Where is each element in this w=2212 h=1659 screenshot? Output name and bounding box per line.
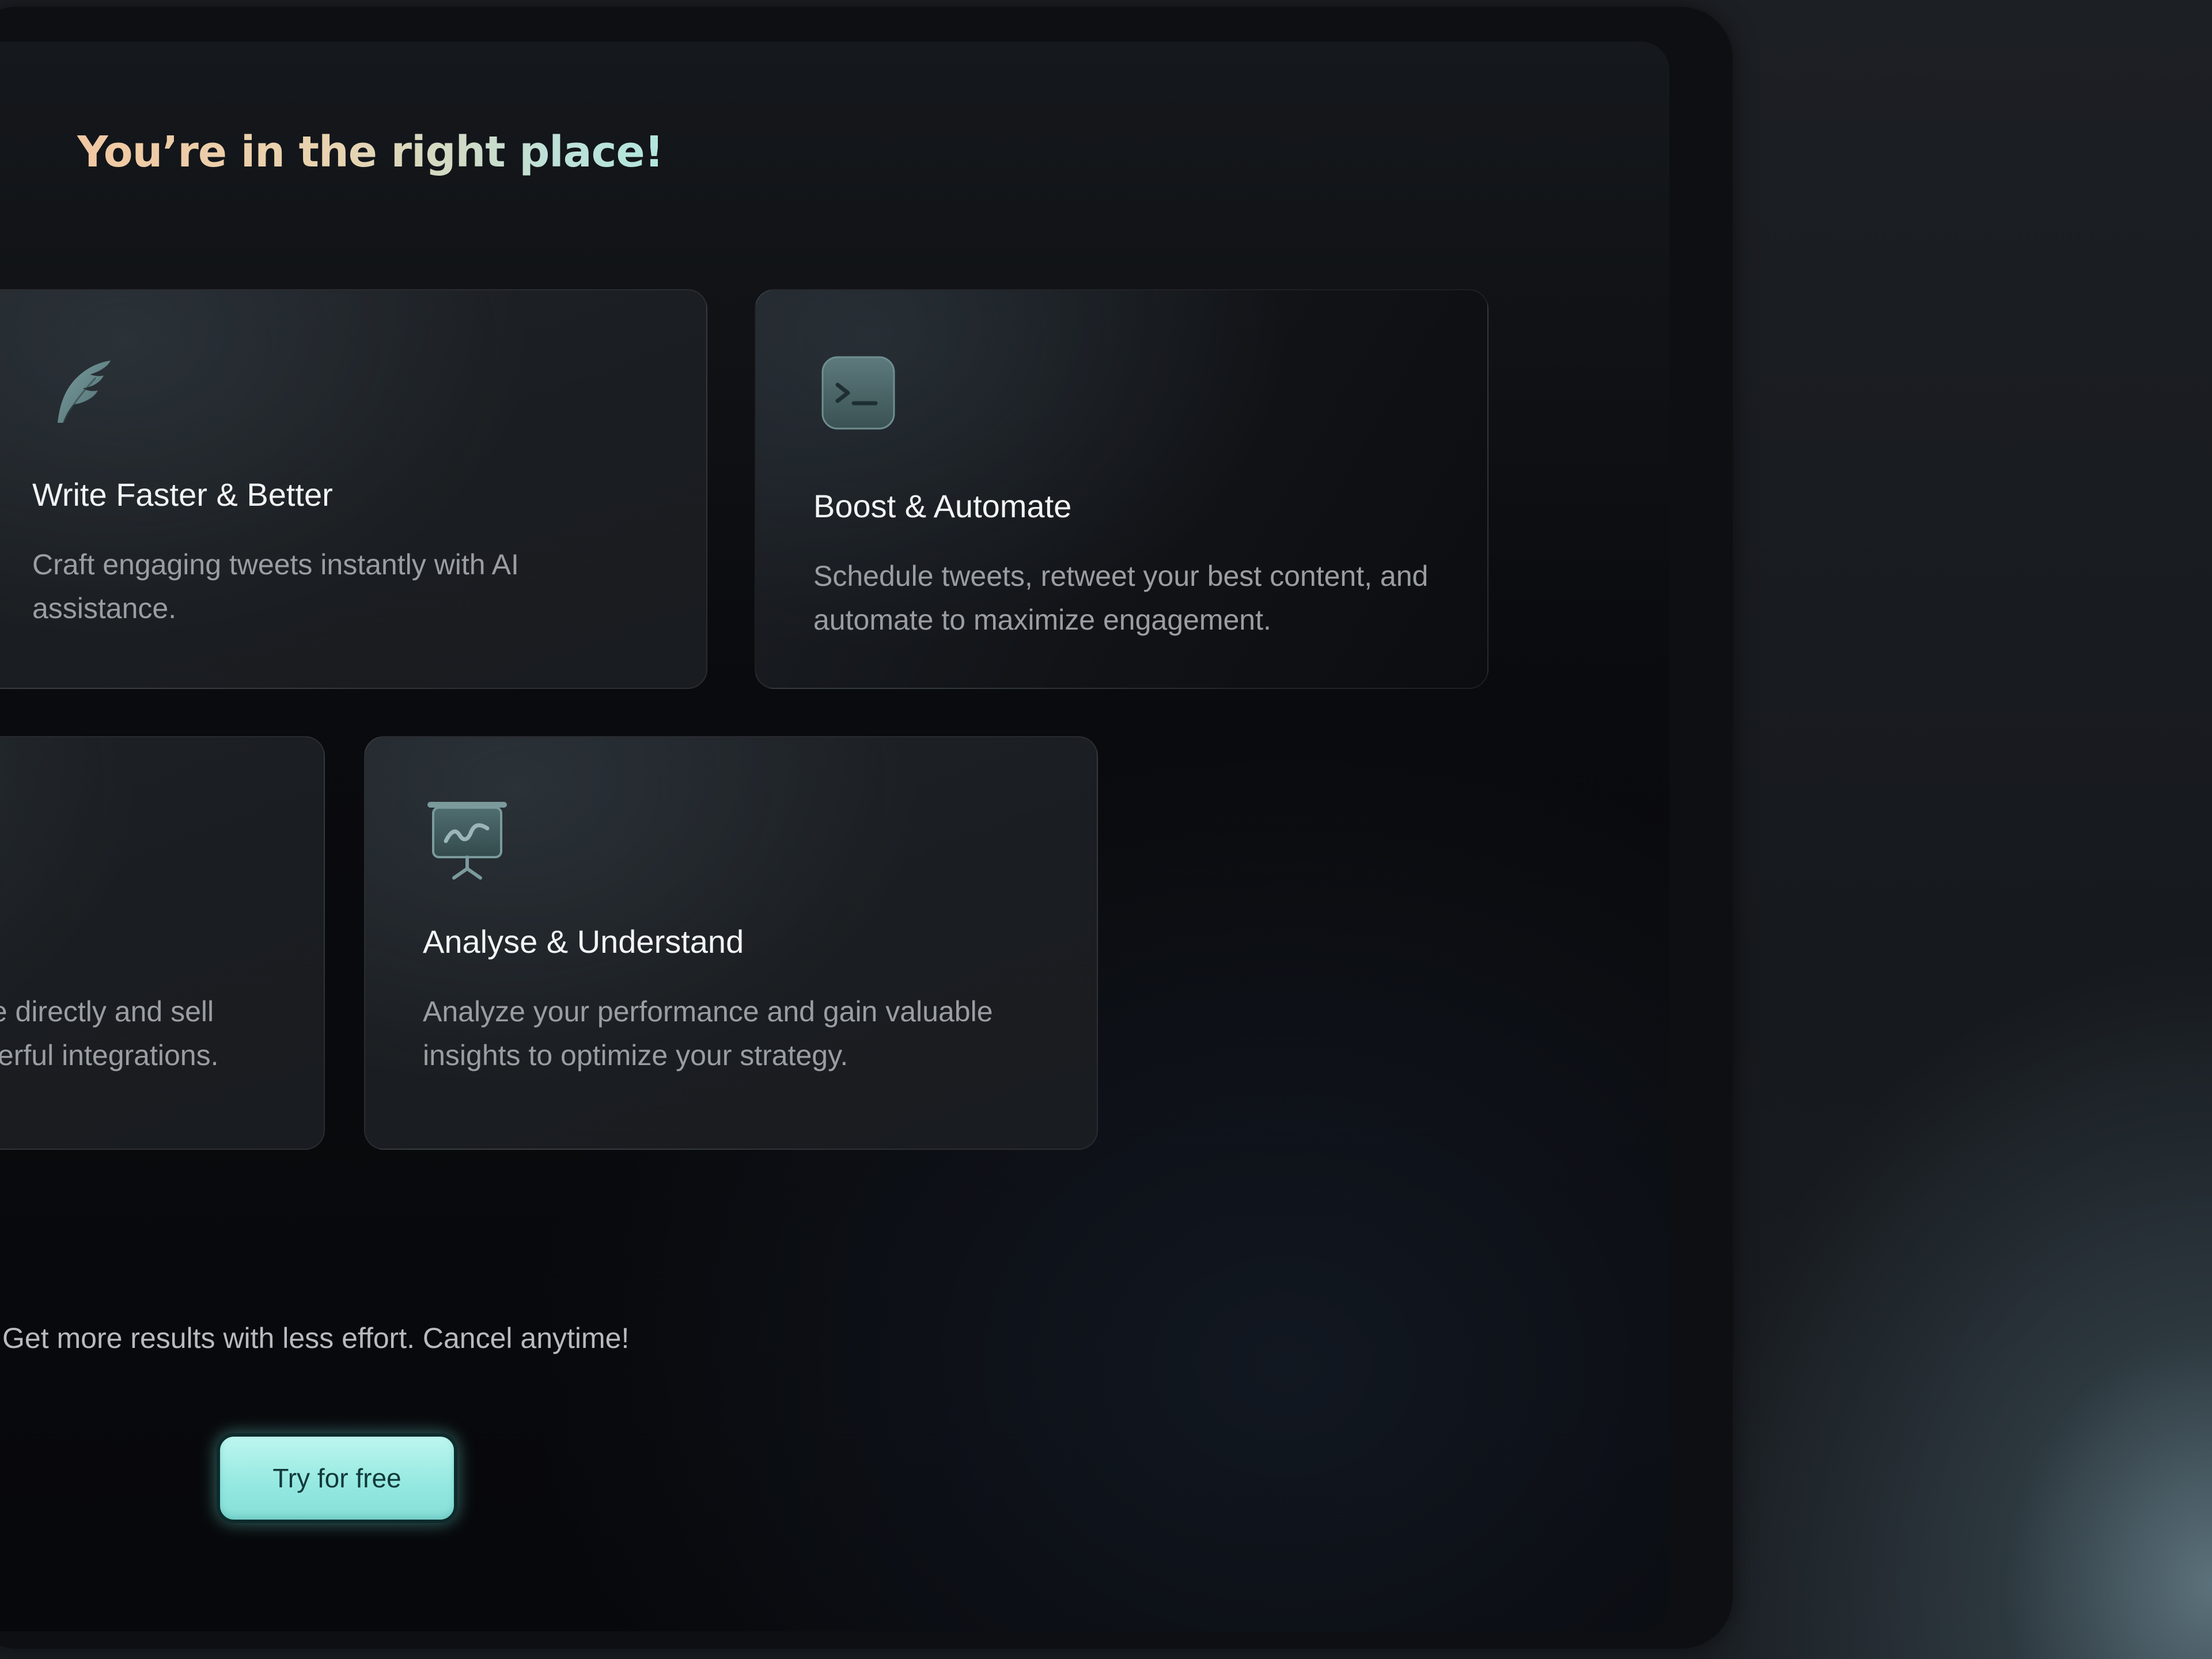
card-description: Craft engaging tweets instantly with AI … (32, 548, 519, 624)
presentation-chart-icon (425, 797, 512, 884)
feature-card-cropped: ple nce directly and sell owerful integr… (0, 736, 325, 1150)
card-title: Analyse & Understand (423, 923, 744, 960)
card-description-line: owerful integrations. (0, 1039, 219, 1071)
page-headline: You’re in the right place! (77, 127, 664, 177)
card-description: Analyze your performance and gain valuab… (423, 995, 993, 1071)
try-for-free-button[interactable]: Try for free (217, 1433, 457, 1523)
card-description: Schedule tweets, retweet your best conte… (813, 560, 1429, 636)
device-frame: You’re in the right place! Write Faster … (0, 7, 1733, 1649)
tagline: Get more results with less effort. Cance… (2, 1322, 630, 1354)
card-title: Boost & Automate (813, 488, 1072, 524)
card-title: Write Faster & Better (32, 476, 333, 513)
terminal-icon (820, 355, 896, 431)
card-description-line: nce directly and sell (0, 995, 214, 1028)
feature-card-write: Write Faster & Better Craft engaging twe… (0, 289, 707, 689)
feather-icon (40, 355, 121, 435)
app-screen: You’re in the right place! Write Faster … (0, 41, 1669, 1631)
feature-card-boost: Boost & Automate Schedule tweets, retwee… (755, 289, 1488, 689)
feature-card-analyse: Analyse & Understand Analyze your perfor… (364, 736, 1098, 1150)
